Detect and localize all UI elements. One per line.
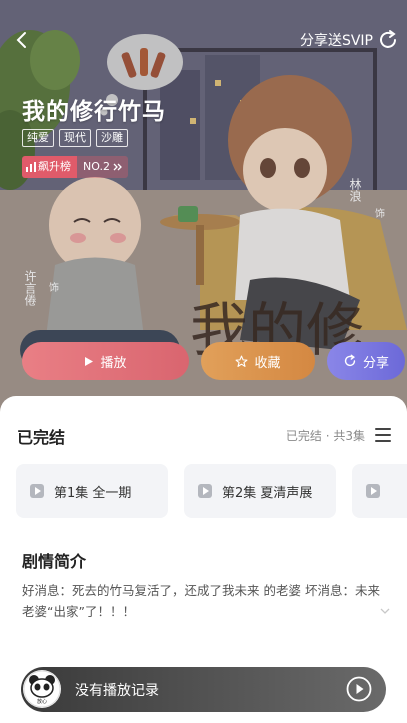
play-square-icon	[366, 484, 380, 498]
share-icon	[344, 354, 356, 367]
rank-label-box: 飙升榜	[22, 156, 77, 178]
hero-banner: 我的修 许言倦 饰 林浪 饰 分享送SVIP 我的修行竹马 纯爱 现代 沙雕	[0, 0, 407, 420]
tag-list: 纯爱 现代 沙雕	[22, 129, 128, 147]
synopsis-heading: 剧情简介	[22, 552, 87, 571]
play-button[interactable]: 播放	[22, 342, 189, 380]
episodes-header: 已完结 已完结 · 共3集	[17, 424, 391, 448]
top-bar: 分享送SVIP	[0, 0, 407, 80]
panda-logo-icon: 放心	[23, 670, 61, 708]
double-chevron-right-icon	[113, 163, 122, 171]
share-label: 分享	[362, 355, 389, 371]
episode-scroller[interactable]: 第1集 全一期 第2集 夏清声展	[16, 464, 407, 519]
rank-badge[interactable]: 飙升榜 NO.2	[22, 156, 128, 178]
completion-status: 已完结	[17, 428, 66, 447]
avatar[interactable]: 放心	[23, 670, 61, 708]
tag[interactable]: 纯爱	[22, 129, 54, 147]
rank-label: 飙升榜	[38, 160, 71, 173]
back-button[interactable]	[8, 26, 36, 54]
tag[interactable]: 现代	[59, 129, 91, 147]
bar-chart-icon	[26, 162, 36, 172]
episode-card[interactable]: 第2集 夏清声展	[184, 464, 336, 518]
play-circle-icon[interactable]	[346, 676, 372, 702]
rank-value-box: NO.2	[77, 156, 128, 178]
rank-value: NO.2	[83, 160, 110, 173]
favorite-button[interactable]: 收藏	[201, 342, 315, 380]
episode-card[interactable]	[352, 464, 407, 518]
episode-count[interactable]: 已完结 · 共3集	[286, 427, 365, 444]
share-button[interactable]: 分享	[327, 342, 405, 380]
play-label: 播放	[100, 355, 127, 371]
synopsis-text: 好消息：死去的竹马复活了，还成了我未来 的老婆 坏消息：未来老婆“出家”了！！！	[22, 583, 380, 619]
episode-card[interactable]: 第1集 全一期	[16, 464, 168, 518]
mini-player[interactable]: 放心 没有播放记录	[21, 667, 386, 712]
player-status: 没有播放记录	[75, 683, 159, 699]
avatar-caption: 放心	[37, 698, 47, 705]
episode-label: 第2集 夏清声展	[222, 485, 313, 501]
chevron-down-icon[interactable]	[380, 608, 390, 614]
play-icon	[85, 356, 94, 366]
share-vip-button[interactable]: 分享送SVIP	[300, 26, 399, 54]
chevron-left-icon	[16, 32, 26, 48]
play-square-icon	[30, 484, 44, 498]
tag[interactable]: 沙雕	[96, 129, 128, 147]
episode-list-icon[interactable]	[375, 428, 391, 442]
episode-label: 第1集 全一期	[54, 485, 132, 501]
star-icon	[236, 355, 248, 367]
favorite-label: 收藏	[254, 355, 281, 371]
share-vip-label: 分享送SVIP	[299, 33, 373, 49]
share-refresh-icon	[380, 30, 396, 48]
play-square-icon	[198, 484, 212, 498]
program-title: 我的修行竹马	[22, 99, 166, 125]
